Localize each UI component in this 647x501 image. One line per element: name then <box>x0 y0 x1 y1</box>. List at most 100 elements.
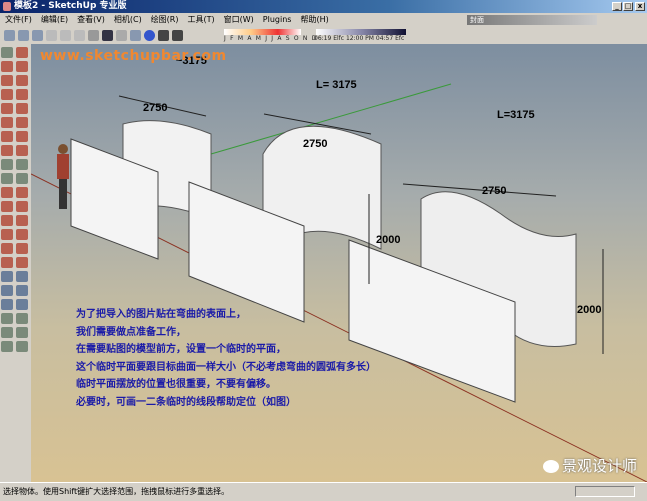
status-text: 选择物体。使用Shift键扩大选择范围，拖拽鼠标进行多重选择。 <box>3 487 230 496</box>
maximize-button[interactable]: □ <box>623 2 633 11</box>
previous-icon[interactable] <box>16 229 28 240</box>
select-icon[interactable] <box>1 47 13 58</box>
line-icon[interactable] <box>16 75 28 86</box>
window-title: 模板2 - SketchUp 专业版 <box>14 1 127 11</box>
close-button[interactable]: x <box>635 2 645 11</box>
textured-icon[interactable] <box>1 341 13 352</box>
monochrome-icon[interactable] <box>16 341 28 352</box>
position-camera-icon[interactable] <box>1 243 13 254</box>
text-icon[interactable] <box>16 173 28 184</box>
protractor-icon[interactable] <box>1 173 13 184</box>
freehand-icon[interactable] <box>16 103 28 114</box>
menu-edit[interactable]: 编辑(E) <box>41 13 68 27</box>
section-icon[interactable] <box>16 257 28 268</box>
note-line: 临时平面摆放的位置也很重要，不要有偏移。 <box>76 379 276 391</box>
menu-view[interactable]: 查看(V) <box>77 13 105 27</box>
lookaround-icon[interactable] <box>1 257 13 268</box>
back-view-icon[interactable] <box>1 299 13 310</box>
zoom-icon[interactable] <box>1 215 13 226</box>
walk-icon[interactable] <box>16 243 28 254</box>
layer-dropdown[interactable]: 封面 <box>467 15 597 25</box>
erase-icon[interactable] <box>88 30 99 41</box>
dim-width-2: 2750 <box>303 138 327 150</box>
tape-icon[interactable] <box>1 159 13 170</box>
shadow-toolbar: J F M A M J J A S O N D 06:19 Elfc 12:00… <box>224 29 409 42</box>
orbit-icon[interactable] <box>1 201 13 212</box>
rotate-icon[interactable] <box>1 131 13 142</box>
right-view-icon[interactable] <box>16 285 28 296</box>
undo-icon[interactable] <box>102 30 113 41</box>
dim-width-1: 2750 <box>143 102 167 114</box>
measurements-box[interactable] <box>575 486 635 497</box>
print-icon[interactable] <box>130 30 141 41</box>
arc-icon[interactable] <box>16 89 28 100</box>
website-watermark: www.sketchupbar.com <box>40 48 227 64</box>
app-icon <box>3 2 11 11</box>
time-labels: 06:19 Elfc 12:00 PM 04:57 Efc <box>314 35 405 42</box>
wechat-watermark: 景观设计师 <box>542 455 637 476</box>
cut-icon[interactable] <box>46 30 57 41</box>
top-view-icon[interactable] <box>16 271 28 282</box>
minimize-button[interactable]: _ <box>612 2 622 11</box>
menu-plugins[interactable]: Plugins <box>263 13 292 27</box>
dimension-icon[interactable] <box>16 159 28 170</box>
copy-icon[interactable] <box>60 30 71 41</box>
offset-icon[interactable] <box>16 145 28 156</box>
front-view-icon[interactable] <box>1 285 13 296</box>
menu-tools[interactable]: 工具(T) <box>188 13 215 27</box>
pushpull-icon[interactable] <box>16 117 28 128</box>
dim-width-3: 2750 <box>482 185 506 197</box>
redo-icon[interactable] <box>116 30 127 41</box>
month-labels: J F M A M J J A S O N D <box>224 35 318 42</box>
save-icon[interactable] <box>32 30 43 41</box>
shaded-icon[interactable] <box>16 327 28 338</box>
zoom-extents-icon[interactable] <box>1 229 13 240</box>
hidden-line-icon[interactable] <box>1 327 13 338</box>
dim-height-3: 2000 <box>577 304 601 316</box>
paste-icon[interactable] <box>74 30 85 41</box>
menu-file[interactable]: 文件(F) <box>5 13 32 27</box>
note-line: 必要时，可画一二条临时的线段帮助定位（如图） <box>76 396 296 408</box>
zoom-window-icon[interactable] <box>16 215 28 226</box>
dim-length-2: L= 3175 <box>316 79 357 91</box>
component-icon[interactable] <box>16 47 28 58</box>
open-icon[interactable] <box>18 30 29 41</box>
left-view-icon[interactable] <box>16 299 28 310</box>
3dtext-icon[interactable] <box>16 187 28 198</box>
polygon-icon[interactable] <box>1 103 13 114</box>
wechat-icon <box>542 460 559 473</box>
model-info-icon[interactable] <box>144 30 155 41</box>
note-line: 这个临时平面要跟目标曲面一样大小（不必考虑弯曲的圆弧有多长） <box>76 361 376 373</box>
xray-icon[interactable] <box>1 313 13 324</box>
instruction-text: 为了把导入的图片贴在弯曲的表面上， 我们需要做点准备工作， 在需要贴图的模型前方… <box>76 306 376 412</box>
pan-icon[interactable] <box>16 201 28 212</box>
menu-draw[interactable]: 绘图(R) <box>151 13 179 27</box>
dim-length-3: L=3175 <box>497 109 535 121</box>
wireframe-icon[interactable] <box>16 313 28 324</box>
circle-icon[interactable] <box>1 89 13 100</box>
shadow-settings-icon[interactable] <box>158 30 169 41</box>
new-icon[interactable] <box>4 30 15 41</box>
menu-camera[interactable]: 相机(C) <box>114 13 142 27</box>
note-line: 我们需要做点准备工作， <box>76 326 186 338</box>
rectangle-icon[interactable] <box>1 75 13 86</box>
fog-icon[interactable] <box>172 30 183 41</box>
scale-icon[interactable] <box>1 145 13 156</box>
status-bar: 选择物体。使用Shift键扩大选择范围，拖拽鼠标进行多重选择。 <box>0 482 647 500</box>
dim-height-2: 2000 <box>376 234 400 246</box>
model-viewport[interactable]: ~3175 2750 L= 3175 2750 2000 L=3175 2750… <box>31 44 647 482</box>
iso-view-icon[interactable] <box>1 271 13 282</box>
title-bar: 模板2 - SketchUp 专业版 _ □ x <box>0 0 647 13</box>
model-scene: ~3175 2750 L= 3175 2750 2000 L=3175 2750… <box>31 55 647 482</box>
axes-icon[interactable] <box>1 187 13 198</box>
menu-window[interactable]: 窗口(W) <box>224 13 254 27</box>
note-line: 在需要贴图的模型前方，设置一个临时的平面， <box>76 344 286 356</box>
followme-icon[interactable] <box>16 131 28 142</box>
move-icon[interactable] <box>1 117 13 128</box>
eraser-icon[interactable] <box>16 61 28 72</box>
paint-icon[interactable] <box>1 61 13 72</box>
menu-help[interactable]: 帮助(H) <box>300 13 328 27</box>
watermark-text: 景观设计师 <box>561 457 637 475</box>
person-figure <box>57 144 69 209</box>
note-line: 为了把导入的图片贴在弯曲的表面上， <box>76 309 246 320</box>
